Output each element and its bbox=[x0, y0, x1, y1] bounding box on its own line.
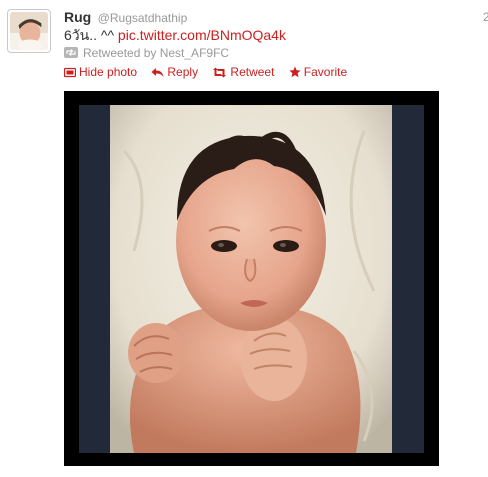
avatar-image bbox=[10, 12, 48, 50]
retweeted-by: Retweeted by Nest_AF9FC bbox=[64, 46, 229, 60]
reply-arrow-icon bbox=[151, 66, 164, 82]
retweet-button[interactable]: Retweet bbox=[212, 64, 274, 82]
hide-photo-label: Hide photo bbox=[79, 65, 138, 79]
photo-link[interactable]: pic.twitter.com/BNmOQa4k bbox=[118, 27, 286, 43]
user-name[interactable]: Rug bbox=[64, 9, 91, 25]
tweet-text-body: 6วัน.. ^^ bbox=[64, 27, 118, 43]
tweet-photo[interactable] bbox=[64, 91, 439, 466]
tweet-actions: Hide photo Reply Retweet Favorite bbox=[63, 64, 358, 82]
star-icon bbox=[289, 66, 301, 82]
tweet-timestamp[interactable]: 2 bbox=[483, 9, 488, 25]
favorite-label: Favorite bbox=[303, 65, 348, 79]
retweet-label: Retweet bbox=[230, 65, 275, 79]
reply-button[interactable]: Reply bbox=[151, 64, 198, 82]
retweet-badge-icon bbox=[64, 47, 78, 58]
reply-label: Reply bbox=[167, 65, 199, 79]
avatar[interactable] bbox=[7, 9, 51, 53]
retweet-arrows-icon bbox=[212, 66, 227, 82]
photo-icon bbox=[63, 66, 77, 82]
baby-photo-image bbox=[64, 91, 439, 466]
favorite-button[interactable]: Favorite bbox=[289, 64, 347, 82]
tweet-text: 6วัน.. ^^ pic.twitter.com/BNmOQa4k bbox=[64, 26, 286, 44]
user-handle[interactable]: @Rugsatdhathip bbox=[98, 11, 188, 25]
tweet-header: Rug @Rugsatdhathip bbox=[64, 9, 187, 26]
hide-photo-button[interactable]: Hide photo bbox=[63, 64, 138, 82]
retweeted-by-label: Retweeted by Nest_AF9FC bbox=[83, 46, 230, 60]
